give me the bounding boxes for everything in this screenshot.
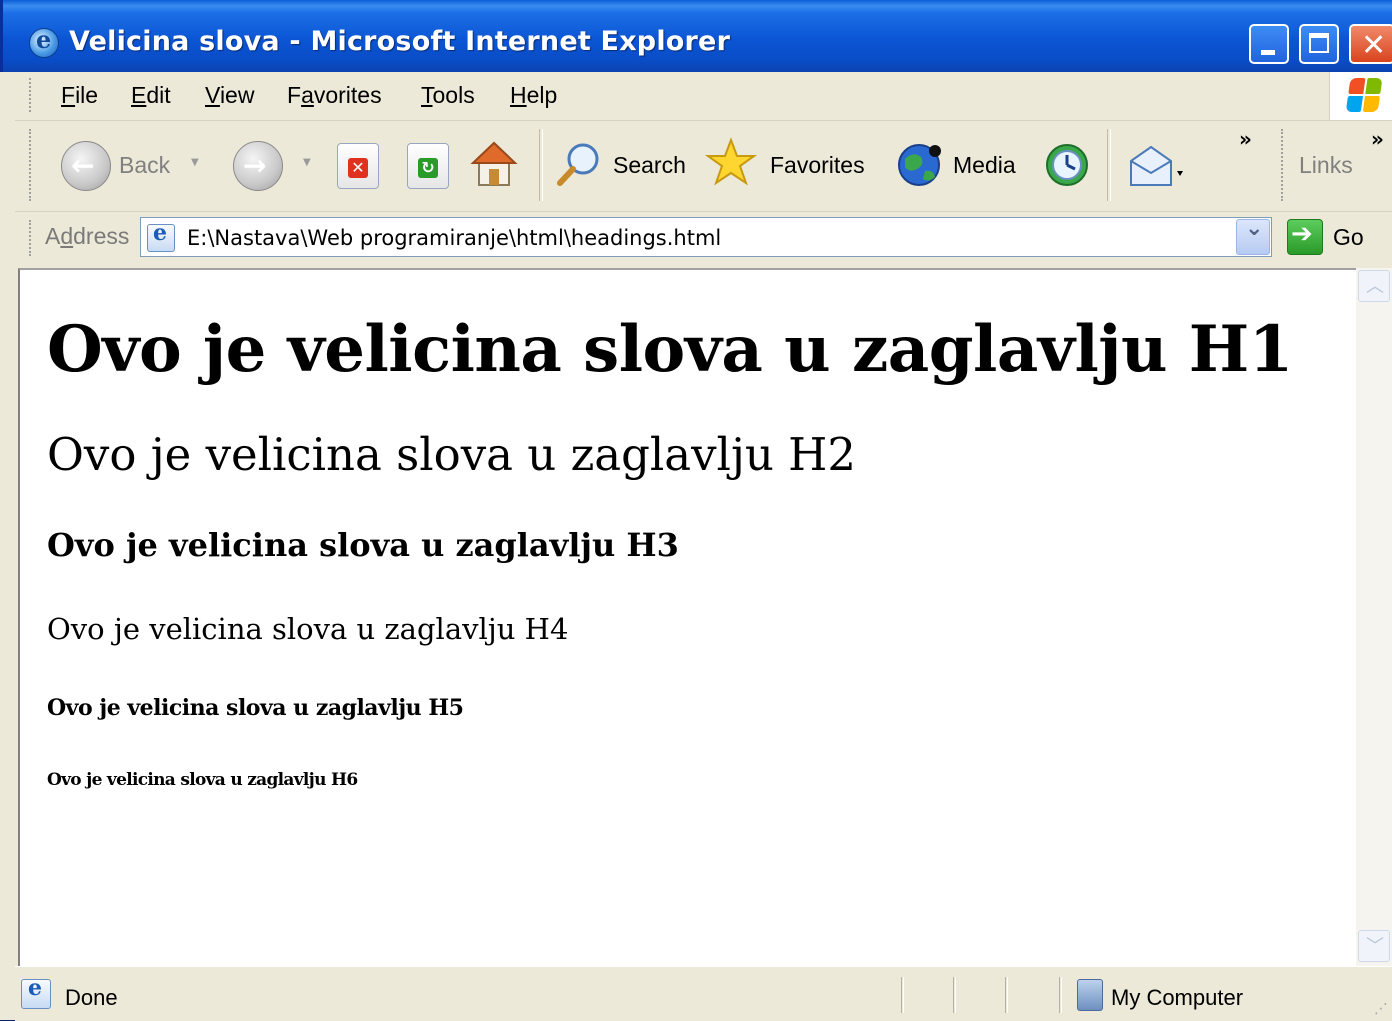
menu-bar: File Edit View Favorites Tools Help [15, 72, 1392, 121]
ie-app-icon[interactable] [29, 25, 59, 58]
menu-edit[interactable]: Edit [131, 82, 171, 109]
back-button[interactable]: ← [61, 141, 111, 191]
menu-grip[interactable] [29, 78, 34, 112]
menu-favorites[interactable]: Favorites [287, 82, 382, 109]
scroll-up-button[interactable]: ︿ [1358, 270, 1390, 302]
home-icon [470, 141, 518, 186]
history-button[interactable] [1043, 143, 1088, 187]
browser-window: Velicina slova - Microsoft Internet Expl… [0, 0, 1392, 1021]
links-label[interactable]: Links [1299, 152, 1353, 179]
stop-button[interactable]: ✕ [337, 143, 379, 189]
toolbar-separator [539, 129, 543, 201]
status-divider [953, 977, 956, 1013]
page-content: Ovo je velicina slova u zaglavlju H1 Ovo… [18, 268, 1358, 966]
heading-h5: Ovo je velicina slova u zaglavlju H5 [47, 695, 464, 721]
heading-h2: Ovo je velicina slova u zaglavlju H2 [47, 428, 857, 481]
menu-view[interactable]: View [205, 82, 254, 109]
links-chevron[interactable]: » [1371, 127, 1384, 151]
title-bar[interactable]: Velicina slova - Microsoft Internet Expl… [0, 0, 1392, 72]
forward-dropdown[interactable]: ▼ [303, 157, 311, 168]
refresh-icon: ↻ [418, 158, 438, 178]
favorites-button[interactable] [705, 137, 757, 187]
stop-icon: ✕ [348, 158, 368, 178]
links-grip[interactable] [1281, 129, 1286, 201]
toolbar-more-chevron[interactable]: » [1239, 127, 1252, 151]
mail-button[interactable] [1127, 143, 1183, 187]
media-globe-icon [898, 144, 941, 186]
windows-flag-icon [1345, 78, 1384, 114]
home-button[interactable] [470, 141, 518, 187]
heading-h6: Ovo je velicina slova u zaglavlju H6 [47, 770, 358, 790]
window-title: Velicina slova - Microsoft Internet Expl… [69, 26, 731, 57]
address-input[interactable]: E:\Nastava\Web programiranje\html\headin… [140, 216, 1272, 257]
close-icon: ✕ [1361, 28, 1387, 63]
heading-h3: Ovo je velicina slova u zaglavlju H3 [47, 526, 679, 564]
media-label[interactable]: Media [953, 152, 1016, 179]
heading-h4: Ovo je velicina slova u zaglavlju H4 [47, 612, 569, 646]
status-zone: My Computer [1111, 985, 1244, 1010]
favorites-star-icon [705, 137, 757, 186]
toolbar-grip[interactable] [29, 129, 34, 201]
back-label: Back [119, 152, 171, 178]
address-bar: Address E:\Nastava\Web programiranje\htm… [15, 212, 1392, 264]
windows-logo [1329, 72, 1392, 120]
ie-page-icon [147, 220, 175, 252]
address-label: Address [45, 223, 130, 249]
search-button[interactable] [557, 143, 599, 187]
address-dropdown-button[interactable] [1236, 216, 1270, 255]
address-grip[interactable] [29, 220, 34, 256]
minimize-button[interactable] [1249, 24, 1289, 64]
status-divider [1059, 977, 1062, 1013]
go-arrow-icon[interactable] [1287, 219, 1323, 255]
history-icon [1046, 144, 1088, 186]
mail-icon [1130, 145, 1183, 186]
status-divider [901, 977, 904, 1013]
forward-button[interactable]: → [233, 141, 283, 191]
search-label[interactable]: Search [613, 152, 686, 179]
menu-tools[interactable]: Tools [421, 82, 475, 109]
menu-help[interactable]: Help [510, 82, 557, 109]
search-magnifier-icon [557, 143, 599, 186]
media-button[interactable] [897, 143, 941, 187]
address-url[interactable]: E:\Nastava\Web programiranje\html\headin… [187, 226, 721, 250]
chevron-up-icon: ︿ [1366, 276, 1384, 297]
standard-toolbar: ← Back ▼ → ▼ ✕ ↻ Search Favorites Media … [15, 121, 1392, 212]
back-arrow-icon: ← [71, 149, 95, 182]
maximize-button[interactable] [1299, 24, 1339, 64]
chevron-down-icon: ﹀ [1366, 936, 1384, 957]
menu-file[interactable]: File [61, 82, 98, 109]
status-text: Done [65, 985, 118, 1010]
favorites-label[interactable]: Favorites [770, 152, 865, 179]
heading-h1: Ovo je velicina slova u zaglavlju H1 [47, 312, 1293, 387]
status-divider [1005, 977, 1008, 1013]
back-dropdown[interactable]: ▼ [191, 157, 199, 168]
close-button[interactable]: ✕ [1349, 24, 1392, 64]
forward-arrow-icon: → [243, 149, 267, 182]
go-button[interactable]: Go [1333, 224, 1364, 251]
status-page-icon [21, 975, 51, 1009]
vertical-scrollbar[interactable]: ︿ ﹀ [1356, 268, 1392, 966]
scroll-down-button[interactable]: ﹀ [1358, 930, 1390, 962]
status-bar: Done My Computer ⋰ [15, 966, 1392, 1021]
refresh-button[interactable]: ↻ [407, 143, 449, 189]
my-computer-icon [1077, 979, 1103, 1011]
toolbar-separator-2 [1107, 129, 1111, 201]
resize-grip[interactable]: ⋰ [1374, 1001, 1388, 1017]
